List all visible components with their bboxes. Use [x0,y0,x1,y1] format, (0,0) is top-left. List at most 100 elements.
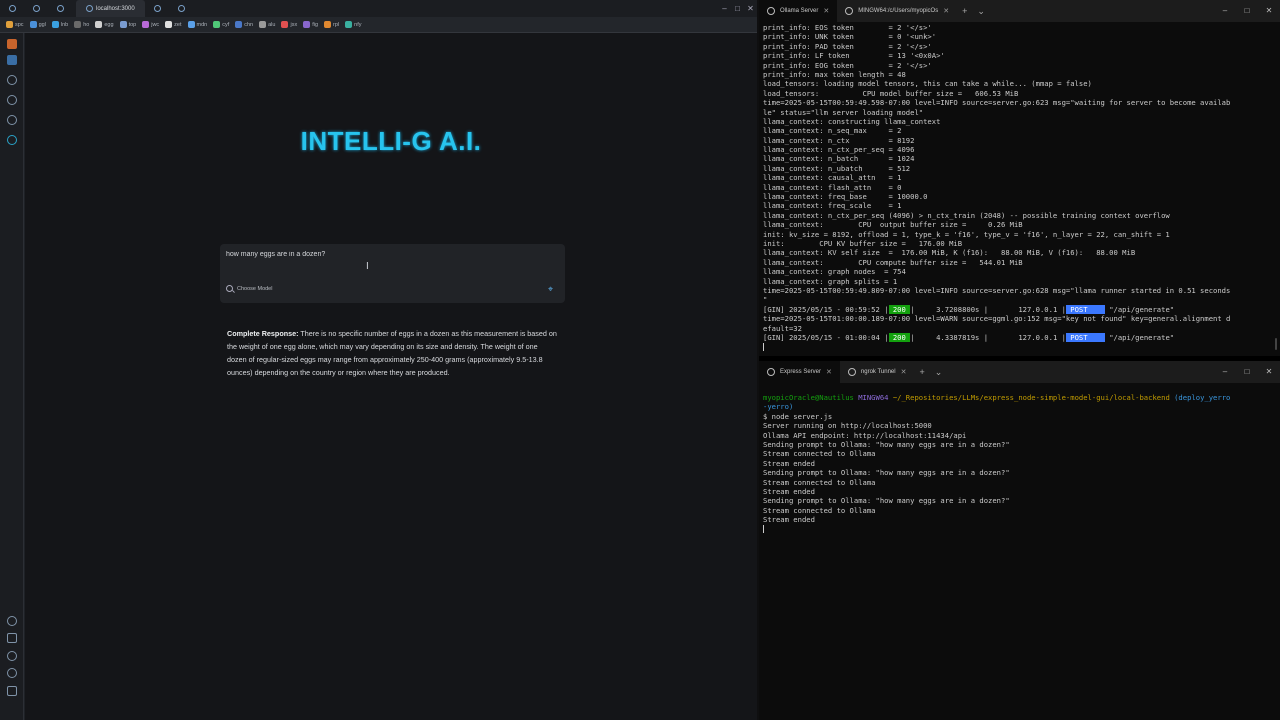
browser-tab[interactable] [173,0,193,17]
bookmark-item[interactable]: top [119,21,136,28]
sidebar-app-icon[interactable] [7,95,17,105]
chevron-down-icon[interactable]: ⌄ [972,6,990,17]
prompt-input[interactable] [226,251,556,258]
browser-tab[interactable] [149,0,169,17]
bookmark-icon [281,21,289,28]
terminal-line: llama_context: graph nodes = 754 [763,267,906,277]
prompt-path: ~/_Repositories/LLMs/express_node-simple… [892,393,1170,402]
bookmark-label: alu [268,21,276,28]
bookmark-item[interactable]: nfy [345,21,361,28]
sidebar-tool-icon[interactable] [7,651,17,661]
bookmark-icon [95,21,103,28]
terminal-window-controls: – □ ✕ [1214,0,1280,22]
terminal-tab-label: ngrok Tunnel [860,369,896,375]
bookmark-label: jwc [151,21,160,28]
gin-prefix: [GIN] 2025/05/15 - 00:59:52 | [763,304,889,314]
bookmark-item[interactable]: ho [74,21,89,28]
sidebar-app-icon[interactable] [7,135,17,145]
terminal-cursor-line [763,524,1275,534]
terminal-tab-ngrok[interactable]: ngrok Tunnel ✕ [840,361,915,383]
bookmark-icon [235,21,243,28]
close-icon[interactable]: ✕ [943,7,949,15]
close-icon[interactable]: ✕ [1258,361,1280,383]
bookmark-item[interactable]: alu [259,21,275,28]
terminal-line: Ollama API endpoint: http://localhost:11… [763,430,967,440]
send-button[interactable]: ⌖ [546,285,555,294]
bookmark-icon [142,21,150,28]
minimize-icon[interactable]: – [718,0,731,17]
terminal-tab-express[interactable]: Express Server ✕ [759,361,840,383]
terminal-line: llama_context: n_seq_max = 2 [763,126,902,136]
bookmark-label: cyf [222,21,230,28]
terminal-line: print_info: LF token = 13 '<0x0A>' [763,51,945,61]
minimize-icon[interactable]: – [1214,0,1236,22]
bookmark-icon [51,21,59,28]
prompt-branch-wrap: -yerro) [763,402,1275,411]
terminal-output[interactable]: print_info: EOS token = 2 '</s>' print_in… [763,23,1275,352]
sidebar-app-icon[interactable] [7,39,17,49]
sidebar-tool-icon[interactable] [7,686,17,696]
terminal-line: load_tensors: CPU model buffer size = 60… [763,88,1019,98]
close-icon[interactable]: ✕ [823,7,829,15]
browser-tab[interactable] [52,0,72,17]
response-label: Complete Response: [227,329,299,338]
bookmark-label: spc [15,21,24,28]
bookmark-label: zet [174,21,182,28]
bookmark-icon [165,21,173,28]
terminal-tab-label: Ollama Server [780,8,819,14]
close-icon[interactable]: ✕ [1258,0,1280,22]
bookmark-item[interactable]: lnb [51,21,68,28]
maximize-icon[interactable]: □ [1236,361,1258,383]
bookmark-item[interactable]: jwc [142,21,159,28]
bookmark-item[interactable]: zet [165,21,182,28]
tab-favicon-icon [86,5,93,12]
terminal-output[interactable]: myopicOracle@Nautilus MINGW64 ~/_Reposit… [763,393,1275,534]
bookmark-item[interactable]: chn [235,21,253,28]
close-icon[interactable]: ✕ [744,0,757,17]
terminal-line: init: kv_size = 8192, offload = 1, type_… [763,229,1170,239]
browser-tab-active[interactable]: localhost:3000 [76,0,145,17]
browser-tab[interactable] [28,0,48,17]
terminal-scrollbar[interactable] [1275,338,1277,350]
bookmark-item[interactable]: rpl [324,21,339,28]
chevron-down-icon[interactable]: ⌄ [930,367,948,378]
terminal-tabstrip: Ollama Server ✕ MINGW64:/c/Users/myopicOs… [759,0,1280,22]
new-tab-icon[interactable]: + [957,6,972,16]
terminal-express: Express Server ✕ ngrok Tunnel ✕ + ⌄ – □ ✕ … [759,361,1280,720]
new-tab-icon[interactable]: + [914,367,929,377]
bookmark-item[interactable]: spc [6,21,24,28]
maximize-icon[interactable]: □ [731,0,744,17]
gin-path: "/api/generate" [1104,332,1175,342]
choose-model-button[interactable]: Choose Model [226,285,272,292]
bookmark-icon [324,21,332,28]
bookmark-item[interactable]: mdn [187,21,207,28]
bookmark-item[interactable]: ggl [29,21,46,28]
sidebar-tool-icon[interactable] [7,668,17,678]
bookmark-item[interactable]: fig [303,21,318,28]
gin-log-line: [GIN] 2025/05/15 - 00:59:52 | 200 | 3.72… [763,304,1275,314]
close-icon[interactable]: ✕ [901,368,907,376]
bookmark-label: jsx [290,21,298,28]
response-block: Complete Response: There is no specific … [227,327,559,379]
close-icon[interactable]: ✕ [826,368,832,376]
bookmark-item[interactable]: jsx [281,21,297,28]
maximize-icon[interactable]: □ [1236,0,1258,22]
sidebar-app-icon[interactable] [7,115,17,125]
sidebar-tool-icon[interactable] [7,633,17,643]
terminal-line: Sending prompt to Ollama: "how many eggs… [763,439,1010,449]
terminal-tab-ollama[interactable]: Ollama Server ✕ [759,0,838,22]
sidebar-app-icon[interactable] [7,75,17,85]
sidebar-app-icon[interactable] [7,55,17,65]
sidebar-tool-icon[interactable] [7,616,17,626]
terminal-line: llama_context: n_batch = 1024 [763,154,915,164]
method-badge: POST [1065,332,1105,342]
terminal-tab-icon [767,368,775,376]
bookmark-item[interactable]: egg [95,21,114,28]
minimize-icon[interactable]: – [1214,361,1236,383]
terminal-line: llama_context: freq_scale = 1 [763,201,902,211]
bookmark-item[interactable]: cyf [213,21,229,28]
browser-tab[interactable] [4,0,24,17]
terminal-tab-mingw[interactable]: MINGW64:/c/Users/myopicOs ✕ [837,0,957,22]
terminal-line: " [763,295,768,305]
tab-favicon-icon [153,5,161,12]
